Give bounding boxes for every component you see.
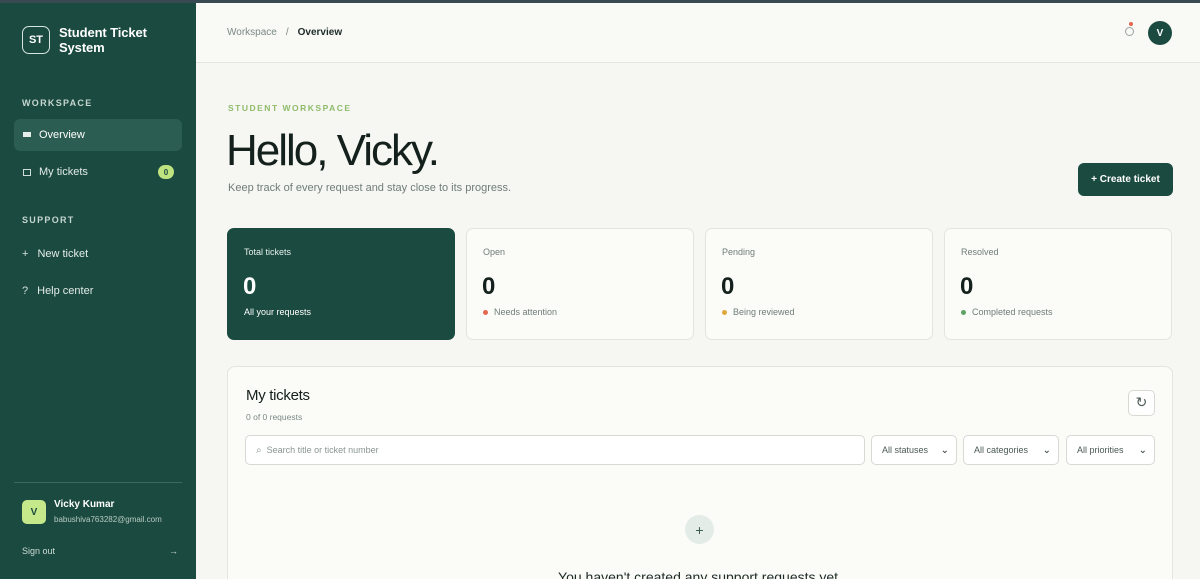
sidebar-item-label: New ticket [37,248,89,260]
search-icon: ⌕ [256,444,262,456]
breadcrumb-separator: / [285,27,289,38]
brand-name: Student Ticket System [58,25,147,55]
stat-note: All your requests [244,307,312,317]
stat-value: 0 [960,273,974,300]
list-icon [23,168,31,176]
brand[interactable]: ST Student Ticket System [22,25,196,55]
stat-value: 0 [482,273,496,300]
stat-value: 0 [721,273,735,300]
category-filter-select[interactable]: All categories ⌄ [963,435,1059,465]
support-section-label: SUPPORT [22,215,75,225]
chevron-down-icon: ⌄ [1042,444,1051,456]
sidebar-item-label: My tickets [39,166,88,178]
page-eyebrow: STUDENT WORKSPACE [228,103,352,113]
refresh-icon: ↻ [1135,395,1148,411]
chevron-down-icon: ⌄ [940,444,949,456]
plus-icon: + [22,248,29,260]
sidebar-item-label: Overview [39,129,85,141]
stat-note: Needs attention [483,307,557,317]
stat-label: Resolved [961,247,999,257]
status-filter-select[interactable]: All statuses ⌄ [871,435,957,465]
status-dot-icon [722,309,727,315]
sign-out-label: Sign out [22,546,56,556]
search-input[interactable] [266,445,827,455]
stat-label: Pending [722,247,756,257]
avatar-menu[interactable]: V [1148,21,1172,45]
empty-state-plus-icon[interactable]: + [685,515,714,544]
window-top-border [0,0,1200,3]
stat-note: Completed requests [961,307,1053,317]
sign-out-button[interactable]: Sign out → [22,546,178,556]
tickets-count-badge: 0 [158,165,174,179]
page-title: Hello, Vicky. [226,126,440,175]
breadcrumb-workspace[interactable]: Workspace [227,27,277,38]
user-name: Vicky Kumar [54,499,115,510]
stat-card-open: Open 0 Needs attention [466,228,694,340]
brand-logo: ST [22,26,50,54]
stat-value: 0 [243,273,257,300]
stat-card-resolved: Resolved 0 Completed requests [944,228,1172,340]
user-email: babushiva763282@gmail.com [54,515,162,524]
arrow-right-icon: → [169,546,178,556]
chevron-down-icon: ⌄ [1138,444,1147,456]
panel-title: My tickets [246,387,310,404]
sidebar-item-my-tickets[interactable]: My tickets 0 [14,156,182,188]
sidebar-item-new-ticket[interactable]: + New ticket [22,248,88,260]
breadcrumb: Workspace / Overview [227,27,342,38]
avatar: V [22,500,46,524]
my-tickets-panel: My tickets 0 of 0 requests ↻ ⌕ All statu… [227,366,1173,579]
priority-filter-value: All priorities [1077,445,1124,455]
stat-card-total: Total tickets 0 All your requests [227,228,455,340]
notification-bell-icon[interactable] [1125,27,1134,36]
status-filter-value: All statuses [882,445,929,455]
sidebar-item-overview[interactable]: Overview [14,119,182,151]
stat-note-text: Completed requests [972,307,1053,317]
stat-note-text: Needs attention [494,307,558,317]
status-dot-icon [961,309,966,315]
search-box[interactable]: ⌕ [245,435,865,465]
sidebar-item-label: Help center [37,285,94,297]
user-profile: V Vicky Kumar babushiva763282@gmail.com [22,499,162,524]
sidebar-divider [14,482,182,483]
grid-icon [23,131,31,139]
workspace-section-label: WORKSPACE [22,98,93,108]
page-subtitle: Keep track of every request and stay clo… [228,182,512,194]
stat-label: Total tickets [244,247,292,257]
create-ticket-button[interactable]: + Create ticket [1078,163,1173,196]
category-filter-value: All categories [974,445,1029,455]
status-dot-icon [483,309,488,315]
stat-note-text: Being reviewed [733,307,795,317]
stat-note: Being reviewed [722,307,795,317]
empty-state-message: You haven't created any support requests… [558,569,842,579]
top-bar: Workspace / Overview V [196,3,1200,63]
priority-filter-select[interactable]: All priorities ⌄ [1066,435,1155,465]
sidebar-item-help-center[interactable]: ? Help center [22,285,93,297]
help-icon: ? [22,285,29,297]
stat-label: Open [483,247,506,257]
ticket-count: 0 of 0 requests [246,412,303,422]
sidebar: ST Student Ticket System WORKSPACE Overv… [0,0,196,579]
notification-dot [1129,22,1133,26]
stat-card-pending: Pending 0 Being reviewed [705,228,933,340]
breadcrumb-current: Overview [297,27,343,38]
refresh-button[interactable]: ↻ [1128,390,1155,416]
